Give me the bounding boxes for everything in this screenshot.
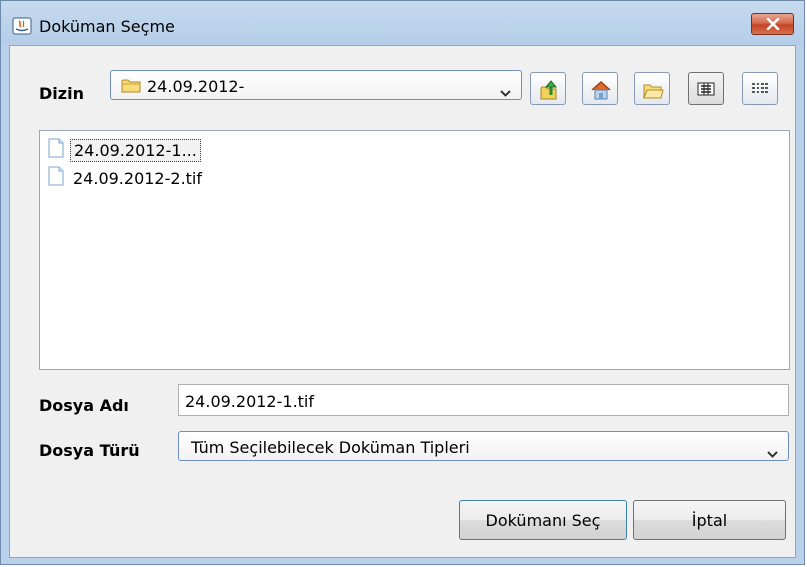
filetype-label: Dosya Türü bbox=[39, 441, 140, 460]
document-icon bbox=[48, 138, 64, 162]
home-button[interactable] bbox=[582, 72, 618, 105]
document-icon bbox=[48, 166, 64, 190]
file-list[interactable]: 24.09.2012-1... 24.09.2012-2.tif bbox=[39, 130, 790, 370]
close-button[interactable] bbox=[751, 13, 794, 35]
cancel-button[interactable]: İptal bbox=[633, 500, 786, 540]
title-bar[interactable]: Doküman Seçme bbox=[1, 1, 804, 45]
home-icon bbox=[591, 80, 611, 100]
close-icon bbox=[766, 18, 780, 30]
filetype-value: Tüm Seçilebilecek Doküman Tipleri bbox=[191, 438, 470, 457]
file-list-item[interactable]: 24.09.2012-2.tif bbox=[48, 166, 205, 190]
list-view-button[interactable] bbox=[688, 72, 724, 105]
up-one-level-icon bbox=[540, 80, 558, 100]
details-view-button[interactable] bbox=[742, 72, 778, 105]
file-name: 24.09.2012-2.tif bbox=[73, 168, 202, 188]
file-name: 24.09.2012-1... bbox=[70, 138, 201, 162]
chevron-down-icon bbox=[767, 443, 778, 462]
directory-label: Dizin bbox=[39, 84, 84, 103]
new-folder-button[interactable] bbox=[634, 72, 670, 105]
details-view-icon bbox=[752, 83, 768, 93]
directory-value: 24.09.2012- bbox=[147, 77, 245, 96]
directory-combo[interactable]: 24.09.2012- bbox=[110, 70, 522, 100]
new-folder-icon bbox=[643, 84, 664, 99]
file-list-item[interactable]: 24.09.2012-1... bbox=[48, 138, 201, 162]
folder-icon bbox=[121, 78, 141, 97]
file-chooser-dialog: Doküman Seçme Dizin 24.09.2012- 24.09.20… bbox=[0, 0, 805, 565]
filename-value: 24.09.2012-1.tif bbox=[185, 392, 314, 411]
list-view-icon bbox=[697, 82, 715, 96]
up-one-level-button[interactable] bbox=[530, 72, 566, 105]
dialog-content: Dizin 24.09.2012- 24.09.2012-1... 24.09.… bbox=[9, 45, 796, 558]
chevron-down-icon bbox=[500, 82, 511, 101]
filename-input[interactable]: 24.09.2012-1.tif bbox=[178, 384, 789, 416]
java-app-icon bbox=[12, 17, 32, 35]
window-title: Doküman Seçme bbox=[39, 17, 175, 36]
select-document-button[interactable]: Dokümanı Seç bbox=[459, 500, 627, 540]
filename-label: Dosya Adı bbox=[39, 396, 129, 415]
filetype-combo[interactable]: Tüm Seçilebilecek Doküman Tipleri bbox=[178, 431, 789, 461]
